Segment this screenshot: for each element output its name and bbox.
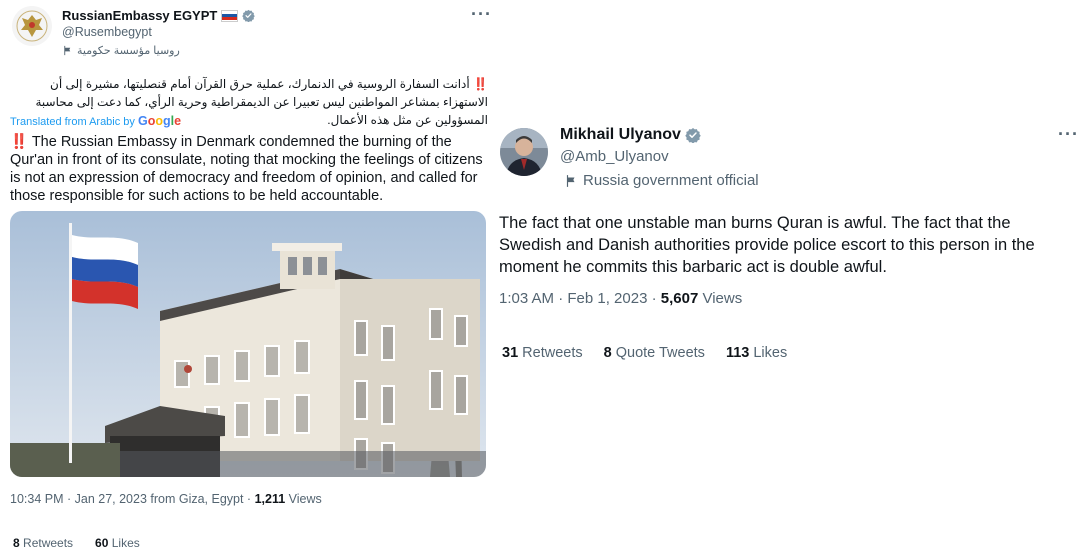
tweet-metadata: 10:34 PM · Jan 27, 2023 from Giza, Egypt… <box>10 492 322 506</box>
views-label: Views <box>698 290 743 307</box>
tweet-russian-embassy-egypt: RussianEmbassy EGYPT @Rusembegypt روسيا … <box>0 0 500 556</box>
profile-photo <box>500 128 548 176</box>
likes-count: 60 <box>95 536 109 550</box>
views-label: Views <box>285 492 322 506</box>
tweet-metadata: 1:03 AM · Feb 1, 2023 · 5,607 Views <box>499 290 742 307</box>
likes-stat[interactable]: 113 Likes <box>726 345 787 361</box>
views-count: 1,211 <box>254 492 286 506</box>
embassy-emblem-icon <box>12 6 52 46</box>
quote-tweets-stat[interactable]: 8 Quote Tweets <box>604 345 705 361</box>
verified-badge-icon <box>685 128 701 143</box>
retweets-stat[interactable]: 8 Retweets <box>13 536 73 550</box>
likes-count: 113 <box>725 345 750 361</box>
affiliation-label[interactable]: Russia government official <box>564 172 759 189</box>
likes-label: Likes <box>749 345 788 361</box>
author-name[interactable]: Mikhail Ulyanov <box>560 126 681 144</box>
tweet-stats: 31 Retweets 8 Quote Tweets 113 Likes <box>502 345 808 361</box>
timestamp[interactable]: 10:34 PM · Jan 27, 2023 from Giza, Egypt… <box>10 492 255 506</box>
more-options-icon[interactable]: ··· <box>1058 124 1079 145</box>
author-handle[interactable]: @Rusembegypt <box>62 25 152 39</box>
tweet-stats: 8 Retweets 60 Likes <box>13 536 162 550</box>
likes-stat[interactable]: 60 Likes <box>95 536 140 550</box>
tweet-photo-embassy-building[interactable] <box>10 211 486 477</box>
affiliation-label[interactable]: روسيا مؤسسة حكومية <box>62 44 180 57</box>
likes-label: Likes <box>108 536 140 550</box>
avatar[interactable] <box>12 6 52 46</box>
translation-prefix: Translated from Arabic by <box>10 116 135 128</box>
embassy-building-image <box>10 211 486 477</box>
retweets-stat[interactable]: 31 Retweets <box>502 345 583 361</box>
tweet-text: The fact that one unstable man burns Qur… <box>499 214 1035 276</box>
avatar[interactable] <box>500 128 548 176</box>
views-count: 5,607 <box>660 290 699 307</box>
affiliation-label-text: Russia government official <box>583 172 759 189</box>
author-name[interactable]: RussianEmbassy EGYPT <box>62 8 217 23</box>
retweets-label: Retweets <box>518 345 583 361</box>
quote-tweets-count: 8 <box>603 345 612 361</box>
retweets-count: 8 <box>13 536 20 550</box>
more-options-icon[interactable]: ··· <box>471 4 492 25</box>
affiliation-label-text: روسيا مؤسسة حكومية <box>77 45 180 57</box>
google-logo: Google <box>137 114 182 128</box>
translation-attribution[interactable]: Translated from Arabic by Google <box>10 114 181 128</box>
russia-flag-icon <box>221 9 239 22</box>
verified-badge-icon <box>242 9 256 22</box>
flag-label-icon <box>64 45 71 56</box>
retweets-count: 31 <box>502 345 519 361</box>
tweet-text: ‼️ The Russian Embassy in Denmark condem… <box>10 134 483 204</box>
retweets-label: Retweets <box>19 536 74 550</box>
quote-tweets-label: Quote Tweets <box>611 345 705 361</box>
tweet-mikhail-ulyanov: Mikhail Ulyanov @Amb_Ulyanov Russia gove… <box>488 118 1082 378</box>
flag-label-icon <box>566 174 575 187</box>
timestamp[interactable]: 1:03 AM · Feb 1, 2023 · <box>499 290 661 307</box>
author-handle[interactable]: @Amb_Ulyanov <box>560 148 669 165</box>
